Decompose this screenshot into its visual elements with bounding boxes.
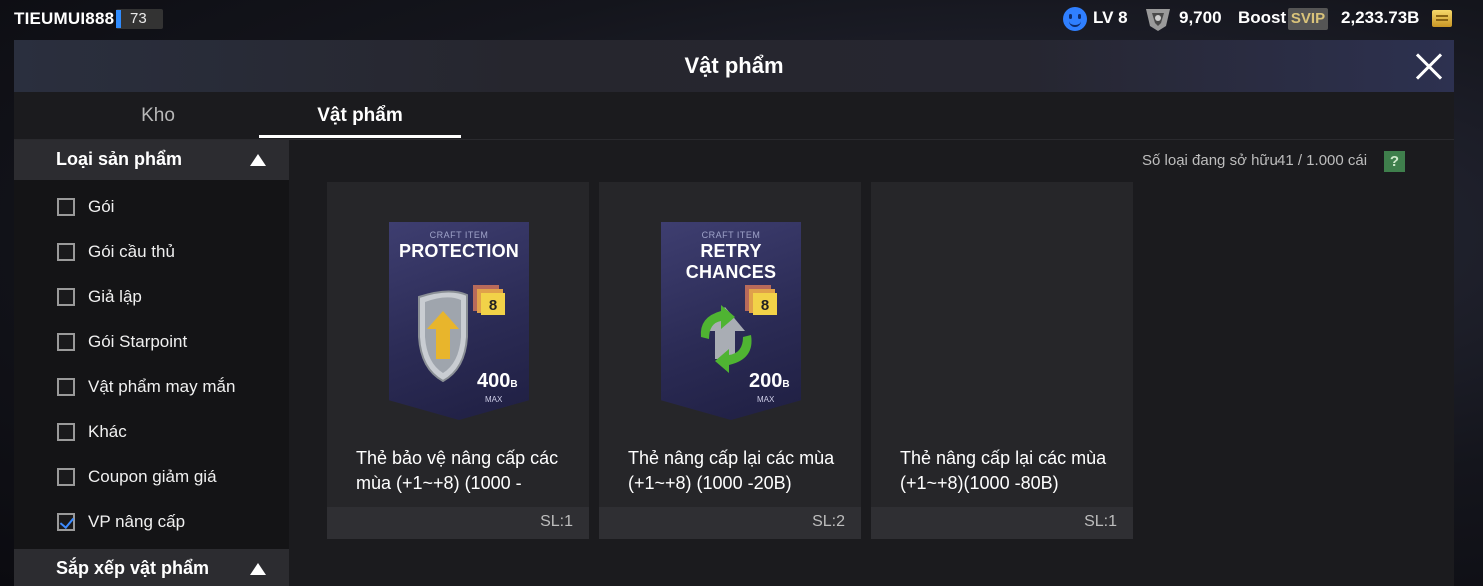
help-icon[interactable]: ? — [1384, 151, 1405, 172]
pack-price: 400B — [477, 370, 518, 393]
level-label: LV 8 — [1093, 8, 1128, 27]
panel-title: Vật phẩm — [684, 53, 784, 78]
item-footer: SL:2 — [599, 507, 861, 539]
user-level-box: 73 — [116, 9, 163, 29]
tab-vat-pham[interactable]: Vật phẩm — [259, 92, 461, 138]
filter-goi[interactable]: Gói — [56, 192, 276, 222]
owned-types-value: 41 / 1.000 cái — [1277, 152, 1368, 169]
filter-goi-starpoint[interactable]: Gói Starpoint — [56, 327, 276, 357]
checkbox[interactable] — [57, 243, 75, 261]
pack-price-unit: B — [510, 379, 518, 390]
pack-subtitle: CRAFT ITEM — [429, 230, 489, 240]
item-name: Thẻ nâng cấp lại các mùa (+1~+8)(1000 -8… — [900, 448, 1107, 493]
user-level-number: 73 — [130, 10, 147, 27]
coin-icon — [1432, 10, 1452, 27]
filter-label: Coupon giảm giá — [88, 467, 217, 486]
item-quantity: SL:2 — [812, 513, 845, 530]
filter-label: Khác — [88, 422, 127, 441]
collapse-up-icon — [250, 154, 266, 166]
item-card[interactable]: CRAFT ITEM RETRY CHANCES 8 200B MAX Thẻ … — [599, 182, 861, 539]
level-bar-icon — [116, 10, 121, 28]
pack-price: 200B — [749, 370, 790, 393]
craft-item-pack: CRAFT ITEM RETRY CHANCES 8 200B MAX — [661, 222, 801, 420]
tab-bar: Kho Vật phẩm — [14, 92, 1454, 140]
sort-items-label: Sắp xếp vật phẩm — [56, 558, 210, 578]
item-name: Thẻ bảo vệ nâng cấp các mùa (+1~+8) (100… — [356, 448, 559, 493]
close-icon[interactable] — [1409, 47, 1449, 87]
checkbox[interactable] — [57, 288, 75, 306]
filter-label: Vật phẩm may mắn — [88, 377, 236, 396]
pack-price-value: 400 — [477, 370, 511, 392]
filter-label: Giả lập — [88, 287, 142, 306]
tab-kho[interactable]: Kho — [58, 92, 258, 138]
pack-badge: 8 — [489, 297, 497, 314]
smiley-icon — [1063, 7, 1087, 31]
checkbox[interactable] — [57, 378, 75, 396]
items-panel: Vật phẩm Kho Vật phẩm Loại sản phẩm Gói … — [14, 40, 1454, 586]
item-footer: SL:1 — [327, 507, 589, 539]
sort-items-header[interactable]: Sắp xếp vật phẩm — [14, 549, 289, 586]
checkbox[interactable] — [57, 333, 75, 351]
pack-badge: 8 — [761, 297, 769, 314]
filter-goi-cau-thu[interactable]: Gói cầu thủ — [56, 237, 276, 267]
checkbox[interactable] — [57, 198, 75, 216]
pack-price-value: 200 — [749, 370, 783, 392]
pack-subtitle: CRAFT ITEM — [701, 230, 761, 240]
pack-price-unit: B — [782, 379, 790, 390]
panel-header: Vật phẩm — [14, 40, 1454, 92]
filter-vat-pham-may-man[interactable]: Vật phẩm may mắn — [56, 372, 276, 402]
boost-label[interactable]: Boost — [1238, 8, 1286, 28]
status-bar: TIEUMUI888 73 LV 8 9,700 Boost SVIP 2,23… — [0, 0, 1483, 38]
item-name: Thẻ nâng cấp lại các mùa (+1~+8) (1000 -… — [628, 448, 835, 493]
filter-gia-lap[interactable]: Giả lập — [56, 282, 276, 312]
points-value: 9,700 — [1179, 8, 1222, 27]
filter-vp-nang-cap[interactable]: VP nâng cấp — [56, 507, 276, 537]
owned-types-label: Số loại đang sở hữu — [1142, 152, 1278, 169]
checkbox-checked[interactable] — [57, 513, 75, 531]
emblem-icon — [1146, 9, 1170, 31]
item-card[interactable]: Thẻ nâng cấp lại các mùa (+1~+8)(1000 -8… — [871, 182, 1133, 539]
pack-max-label: MAX — [757, 395, 775, 404]
filter-label: Gói — [88, 197, 115, 216]
checkbox[interactable] — [57, 423, 75, 441]
pack-max-label: MAX — [485, 395, 503, 404]
collapse-up-icon — [250, 563, 266, 575]
svip-badge[interactable]: SVIP — [1288, 8, 1328, 30]
filter-sidebar: Loại sản phẩm Gói Gói cầu thủ Giả lập Gó… — [14, 140, 289, 586]
filter-label: VP nâng cấp — [88, 512, 186, 531]
filter-label: Gói Starpoint — [88, 332, 188, 351]
product-type-header[interactable]: Loại sản phẩm — [14, 140, 289, 180]
username: TIEUMUI888 — [14, 9, 115, 28]
checkbox[interactable] — [57, 468, 75, 486]
item-quantity: SL:1 — [540, 513, 573, 530]
filter-khac[interactable]: Khác — [56, 417, 276, 447]
item-quantity: SL:1 — [1084, 513, 1117, 530]
filter-label: Gói cầu thủ — [88, 242, 175, 261]
craft-item-pack: CRAFT ITEM PROTECTION 8 400B MAX — [389, 222, 529, 420]
item-footer: SL:1 — [871, 507, 1133, 539]
item-card[interactable]: CRAFT ITEM PROTECTION 8 400B MAX Thẻ bảo… — [327, 182, 589, 539]
pack-title: PROTECTION — [398, 241, 519, 261]
balance-value: 2,233.73B — [1341, 8, 1420, 27]
filter-coupon-giam-gia[interactable]: Coupon giảm giá — [56, 462, 276, 492]
product-type-label: Loại sản phẩm — [56, 149, 183, 169]
